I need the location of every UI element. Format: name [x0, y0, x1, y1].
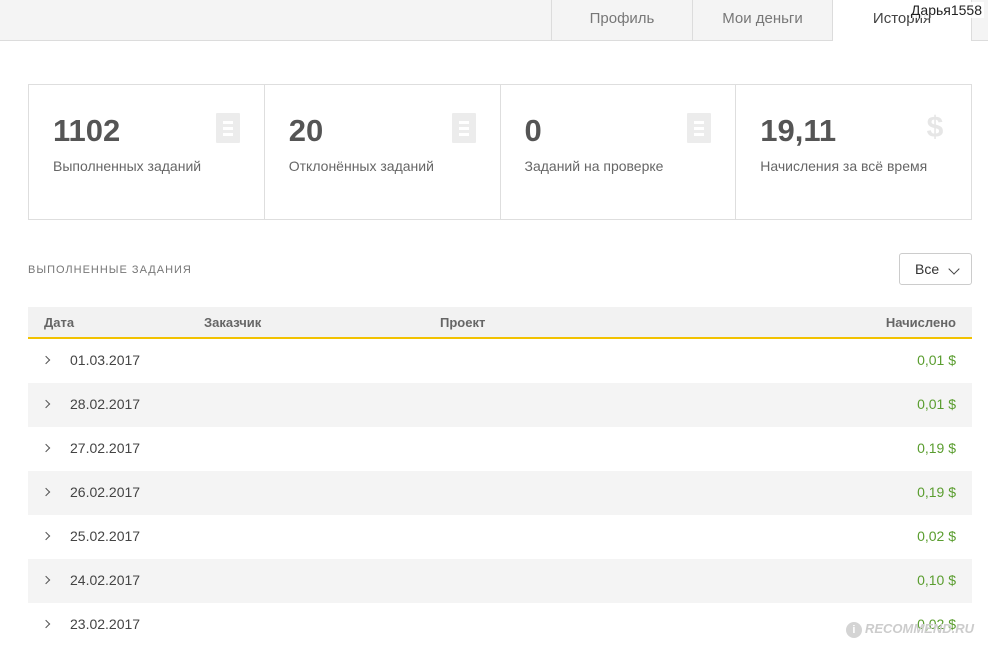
row-amount: 0,10 $	[917, 572, 956, 588]
header-date: Дата	[44, 315, 75, 330]
row-date: 25.02.2017	[70, 528, 141, 544]
table-row[interactable]: 26.02.2017 0,19 $	[28, 471, 972, 515]
watermark: i RECOMMEND.RU	[845, 621, 974, 638]
top-tab-bar: Профиль Мои деньги История Дарья1558	[0, 0, 988, 41]
table-row[interactable]: 27.02.2017 0,19 $	[28, 427, 972, 471]
row-date: 24.02.2017	[70, 572, 141, 588]
stat-value: 20	[288, 113, 324, 148]
stat-label: Отклонённых заданий	[288, 158, 434, 174]
row-date: 23.02.2017	[70, 616, 141, 632]
stat-label: Заданий на проверке	[524, 158, 664, 174]
row-amount: 0,19 $	[917, 484, 956, 500]
table-row[interactable]: 24.02.2017 0,10 $	[28, 559, 972, 603]
chevron-right-icon[interactable]	[41, 531, 51, 541]
table-header: Дата Заказчик Проект Начислено	[28, 307, 972, 339]
table-row[interactable]: 25.02.2017 0,02 $	[28, 515, 972, 559]
stat-card-rejected: 20 Отклонённых заданий	[263, 85, 500, 219]
stat-card-completed: 1102 Выполненных заданий	[29, 85, 264, 219]
header-amount: Начислено	[885, 315, 956, 330]
chevron-right-icon[interactable]	[41, 619, 51, 629]
stat-card-pending: 0 Заданий на проверке	[499, 85, 736, 219]
stat-label: Выполненных заданий	[53, 158, 202, 174]
stat-value: 0	[524, 113, 542, 148]
section-title: ВЫПОЛНЕННЫЕ ЗАДАНИЯ	[28, 264, 192, 276]
header-customer: Заказчик	[204, 315, 262, 330]
chevron-right-icon[interactable]	[41, 487, 51, 497]
table-row[interactable]: 28.02.2017 0,01 $	[28, 383, 972, 427]
row-amount: 0,02 $	[917, 528, 956, 544]
table-row[interactable]: 23.02.2017 0,02 $	[28, 603, 972, 647]
chevron-right-icon[interactable]	[41, 399, 51, 409]
row-amount: 0,19 $	[917, 440, 956, 456]
table-row[interactable]: 01.03.2017 0,01 $	[28, 339, 972, 383]
chevron-right-icon[interactable]	[41, 355, 51, 365]
document-icon	[451, 113, 476, 143]
chevron-down-icon	[948, 263, 960, 275]
stat-value: 1102	[53, 113, 121, 148]
stats-panel: 1102 Выполненных заданий 20 Отклонённых …	[28, 84, 972, 220]
document-icon	[687, 113, 712, 143]
stat-card-earnings: 19,11 Начисления за всё время $	[735, 85, 971, 219]
username[interactable]: Дарья1558	[908, 2, 984, 18]
chevron-right-icon[interactable]	[41, 575, 51, 585]
filter-dropdown[interactable]: Все	[899, 253, 972, 285]
header-project: Проект	[440, 315, 486, 330]
row-date: 27.02.2017	[70, 440, 141, 456]
row-date: 26.02.2017	[70, 484, 141, 500]
filter-value: Все	[915, 261, 940, 277]
info-badge-icon: i	[845, 622, 862, 638]
watermark-text: RECOMMEND.RU	[864, 621, 974, 636]
row-amount: 0,01 $	[917, 396, 956, 412]
stat-value: 19,11	[760, 113, 837, 148]
row-amount: 0,01 $	[917, 352, 956, 368]
stat-label: Начисления за всё время	[760, 158, 928, 174]
chevron-right-icon[interactable]	[41, 443, 51, 453]
row-date: 01.03.2017	[70, 352, 141, 368]
row-date: 28.02.2017	[70, 396, 141, 412]
tasks-table: Дата Заказчик Проект Начислено 01.03.201…	[28, 307, 972, 647]
tab-my-money[interactable]: Мои деньги	[692, 0, 832, 40]
document-icon	[215, 113, 240, 143]
dollar-icon: $	[926, 111, 944, 144]
tab-profile[interactable]: Профиль	[551, 0, 692, 40]
